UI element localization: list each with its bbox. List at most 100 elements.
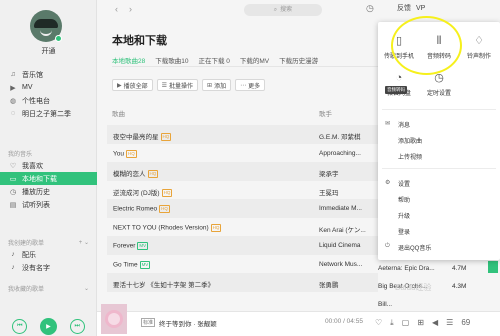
menu-item-login[interactable]: 登录 xyxy=(398,227,410,236)
watermark: Baidu经验 xyxy=(395,283,432,292)
sidebar-item-local-download[interactable]: ▭ 本地和下载 xyxy=(0,172,97,185)
table-row[interactable]: 逆流成河 (DJ版) HQ 王冕玛 xyxy=(107,181,382,200)
quality-badge[interactable]: 标准 xyxy=(141,318,156,327)
song-title: 夜空中最亮的星 xyxy=(113,134,159,141)
divider xyxy=(112,66,382,67)
menu-item-settings[interactable]: 设置 xyxy=(398,179,410,188)
username[interactable]: 开通 xyxy=(0,46,97,56)
song-artist: 梁承宇 xyxy=(319,171,339,178)
star-icon: ◌ xyxy=(10,110,16,117)
menu-item-add-songs[interactable]: 添加歌曲 xyxy=(398,136,422,145)
menu-item-upgrade[interactable]: 升级 xyxy=(398,211,410,220)
play-icon: ▶ xyxy=(117,82,122,89)
search-icon: ⌕ xyxy=(273,7,278,13)
now-playing-title[interactable]: 终于等到你 · 张靓颖 xyxy=(159,318,217,328)
my-music-nav: 我的音乐 ♡ 我喜欢 ▭ 本地和下载 ◷ 播放历史 ▤ 试听列表 xyxy=(0,148,97,211)
add-button[interactable]: ⊞ 添加 xyxy=(202,79,232,91)
clock-icon[interactable]: ◷ xyxy=(366,3,374,14)
lyrics-icon[interactable]: ⊞ xyxy=(417,318,424,328)
song-title: You xyxy=(113,150,124,158)
column-song[interactable]: 歌曲 xyxy=(112,108,125,118)
sidebar-item-radio[interactable]: ◍ 个性电台 xyxy=(0,94,97,107)
sidebar-item-trial-list[interactable]: ▤ 试听列表 xyxy=(0,198,97,211)
sidebar-item-label: 音乐馆 xyxy=(22,71,43,79)
play-button[interactable]: ▶ xyxy=(39,317,57,335)
chevron-down-icon[interactable]: ⌄ xyxy=(84,285,89,292)
feedback-link[interactable]: 反馈 xyxy=(397,3,411,13)
note-icon: ♪ xyxy=(11,264,15,271)
song-title: 模糊的恋人 xyxy=(113,171,146,178)
search-placeholder: 搜索 xyxy=(280,7,293,13)
player-controls: ⏮ ▶ ⏭ xyxy=(0,316,97,336)
top-bar: ‹ › ⌕ 搜索 ◷ 反馈 VP xyxy=(97,0,500,20)
table-row[interactable]: 夜空中最亮的星 HQ G.E.M. 邓紫棋 xyxy=(107,125,382,144)
sidebar-item-history[interactable]: ◷ 播放历史 xyxy=(0,185,97,198)
sidebar-item-label: 没有名字 xyxy=(22,264,50,272)
playback-time: 00:00 / 04:55 xyxy=(325,318,363,325)
volume-icon[interactable]: ◀ xyxy=(432,318,438,328)
divider xyxy=(382,109,496,110)
table-row[interactable]: NEXT TO YOU (Rhodes Version) HQ Ken Arai (… xyxy=(107,218,382,237)
sidebar-item-music-hall[interactable]: ♫ 音乐馆 xyxy=(0,68,97,81)
previous-button[interactable]: ⏮ xyxy=(12,318,28,334)
table-row[interactable]: Forever MV Liquid Cinema xyxy=(107,236,382,255)
menu-item-upload-video[interactable]: 上传视频 xyxy=(398,152,422,161)
mv-badge: MV xyxy=(139,260,151,269)
song-artist: Liquid Cinema xyxy=(319,242,361,249)
table-row[interactable]: 要活十七岁 《生如十字架 第二季》 张勇鹏 xyxy=(107,273,382,292)
clock-icon: ◷ xyxy=(9,188,17,196)
sidebar-item-favorites[interactable]: ♡ 我喜欢 xyxy=(0,159,97,172)
add-icon: ⊞ xyxy=(207,82,213,89)
song-artist: 王冕玛 xyxy=(319,189,339,197)
song-artist: Ken Arai (ケン... xyxy=(319,226,366,234)
table-row[interactable]: Electric Romeo HQ Immediate M... xyxy=(107,199,382,218)
menu-item-help[interactable]: 帮助 xyxy=(398,195,410,204)
vip-badge[interactable]: VP xyxy=(416,5,425,12)
table-row[interactable]: Go Time MV Network Mus... xyxy=(107,255,382,274)
sidebar-item-label: 播放历史 xyxy=(22,188,50,196)
list-item[interactable]: Aeterna: Epic Dra... 4.7M xyxy=(378,260,500,278)
next-button[interactable]: ⏭ xyxy=(69,318,85,334)
song-title: Forever xyxy=(113,242,136,250)
playlist-icon[interactable]: ☰ xyxy=(446,318,453,328)
forward-button[interactable]: › xyxy=(129,4,132,14)
list-icon: ▤ xyxy=(9,201,17,209)
divider xyxy=(382,168,496,169)
song-artist: 张勇鹏 xyxy=(319,282,339,289)
sidebar-item-mv[interactable]: ▶ MV xyxy=(0,81,97,94)
album-cover[interactable] xyxy=(101,304,127,334)
now-playing-bar: 标准 终于等到你 · 张靓颖 00:00 / 04:55 ♡ ⤓ ▢ ⊞ ◀ ☰… xyxy=(97,304,500,336)
search-input[interactable]: ⌕ 搜索 xyxy=(244,4,322,16)
note-icon: ♪ xyxy=(11,251,15,258)
add-icon[interactable]: + ⌄ xyxy=(79,239,89,246)
sidebar-item-label: 本地和下载 xyxy=(22,175,57,183)
heart-icon[interactable]: ♡ xyxy=(375,318,382,328)
sidebar-item-playlist[interactable]: ♪ 没有名字 xyxy=(0,261,97,274)
song-artist: Immediate M... xyxy=(319,205,362,212)
ringtone-maker-item[interactable]: ♢ 铃声制作 xyxy=(462,34,496,60)
download-icon[interactable]: ⤓ xyxy=(390,318,394,328)
column-artist[interactable]: 歌手 xyxy=(319,108,332,118)
song-title: 逆流成河 (DJ版) xyxy=(113,189,160,197)
table-row[interactable]: You HQ Approaching... xyxy=(107,144,382,163)
sidebar-item-label: 配乐 xyxy=(22,251,36,259)
comment-icon[interactable]: ▢ xyxy=(402,318,410,328)
menu-item-quit[interactable]: 退出QQ音乐 xyxy=(398,243,431,252)
batch-operation-button[interactable]: ☰ 批量操作 xyxy=(156,79,199,91)
quality-badge: HQ xyxy=(125,149,137,158)
song-list: 夜空中最亮的星 HQ G.E.M. 邓紫棋 You HQ Approaching... … xyxy=(107,125,382,292)
bell-icon: ♢ xyxy=(474,35,484,47)
sidebar-item-playlist[interactable]: ♪ 配乐 xyxy=(0,248,97,261)
back-button[interactable]: ‹ xyxy=(115,4,118,14)
sidebar-item-label: MV xyxy=(22,84,33,91)
collected-playlists-heading: 我收藏的歌单 ⌄ xyxy=(8,285,89,293)
menu-item-messages[interactable]: 消息 xyxy=(398,120,410,129)
quality-badge: HQ xyxy=(147,170,159,179)
play-all-button[interactable]: ▶ 播放全部 xyxy=(112,79,153,91)
more-button[interactable]: ⋯ 更多 xyxy=(235,79,266,91)
radio-icon: ◍ xyxy=(9,97,17,105)
table-row[interactable]: 模糊的恋人 HQ 梁承宇 xyxy=(107,162,382,181)
sidebar-item-label: 个性电台 xyxy=(22,97,50,105)
sidebar-item-show[interactable]: ◌ 明日之子第二季 xyxy=(0,107,97,120)
more-icon: ⋯ xyxy=(240,82,247,89)
